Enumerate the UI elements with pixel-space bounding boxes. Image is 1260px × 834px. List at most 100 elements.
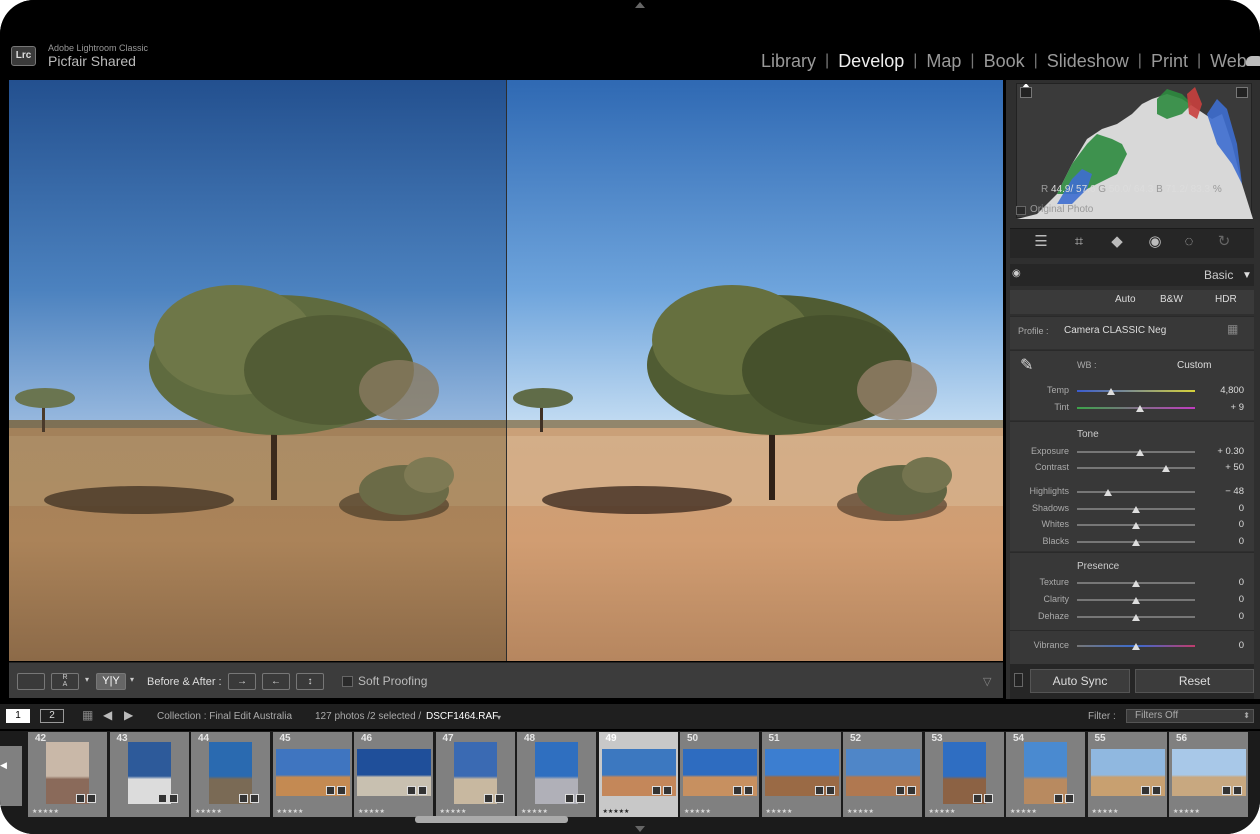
slider-texture-thumb[interactable] — [1132, 580, 1140, 587]
bw-button[interactable]: B&W — [1160, 294, 1183, 305]
filmstrip-thumbnail[interactable]: 50 ★★★★★ — [680, 732, 759, 817]
slider-shadows-thumb[interactable] — [1132, 506, 1140, 513]
collection-badge-icon[interactable] — [972, 794, 982, 803]
develop-badge-icon[interactable] — [662, 786, 672, 795]
collection-source-label[interactable]: Collection : Final Edit Australia — [157, 711, 292, 722]
star-rating[interactable]: ★★★★★ — [766, 808, 793, 815]
module-print[interactable]: Print — [1150, 51, 1189, 72]
slider-exposure-value[interactable]: + 0.30 — [1204, 446, 1244, 457]
filmstrip-thumbnail[interactable]: 56 ★★★★★ — [1169, 732, 1248, 817]
grid-view-icon[interactable]: ▦ — [82, 708, 93, 722]
collection-badge-icon[interactable] — [239, 794, 248, 803]
filmstrip-scrollbar[interactable] — [415, 816, 568, 823]
filmstrip-thumbnail[interactable]: 54 ★★★★★ — [1006, 732, 1085, 817]
star-rating[interactable]: ★★★★★ — [32, 808, 59, 815]
chevron-down-icon[interactable]: ▾ — [497, 713, 501, 722]
copy-after-to-before-button[interactable]: ← — [262, 673, 290, 690]
collection-badge-icon[interactable] — [1140, 786, 1150, 795]
filmstrip-thumbnail[interactable]: 45 ★★★★★ — [272, 732, 352, 817]
masking-icon[interactable]: ◌ — [1179, 232, 1199, 252]
back-arrow-icon[interactable]: ◀ — [103, 708, 112, 722]
slider-contrast-track[interactable] — [1077, 467, 1195, 469]
slider-whites-thumb[interactable] — [1132, 522, 1140, 529]
star-rating[interactable]: ★★★★★ — [847, 808, 874, 815]
module-slideshow[interactable]: Slideshow — [1046, 51, 1130, 72]
filmstrip-thumbnail[interactable]: 48 ★★★★★ — [517, 732, 596, 817]
module-book[interactable]: Book — [983, 51, 1026, 72]
develop-badge-icon[interactable] — [250, 794, 259, 803]
filmstrip-thumbnail[interactable]: 55 ★★★★★ — [1087, 732, 1167, 817]
module-web[interactable]: Web — [1209, 51, 1248, 72]
develop-badge-icon[interactable] — [494, 794, 504, 803]
filmstrip-thumbnail[interactable]: 46 ★★★★★ — [354, 732, 433, 817]
develop-badge-icon[interactable] — [87, 794, 96, 803]
slider-texture-value[interactable]: 0 — [1204, 577, 1244, 588]
before-after-left-right-button[interactable]: RA — [51, 673, 79, 690]
slider-shadows-value[interactable]: 0 — [1204, 503, 1244, 514]
reset-button[interactable]: Reset — [1135, 669, 1254, 693]
filmstrip-left-partial-cell[interactable] — [0, 746, 22, 806]
healing-icon[interactable]: ◆ — [1107, 232, 1127, 252]
star-rating[interactable]: ★★★★★ — [603, 808, 630, 815]
before-photo[interactable] — [9, 80, 506, 661]
collection-badge-icon[interactable] — [325, 786, 335, 795]
collection-badge-icon[interactable] — [1222, 786, 1231, 795]
star-rating[interactable]: ★★★★★ — [1173, 808, 1200, 815]
top-panel-toggle-icon[interactable] — [635, 2, 645, 8]
forward-arrow-icon[interactable]: ▶ — [124, 708, 133, 722]
auto-sync-button[interactable]: Auto Sync — [1030, 669, 1130, 693]
slider-contrast-thumb[interactable] — [1162, 465, 1170, 472]
slider-dehaze-value[interactable]: 0 — [1204, 611, 1244, 622]
slider-temp-value[interactable]: 4,800 — [1204, 385, 1244, 396]
reset-tool-icon[interactable]: ↻ — [1214, 232, 1234, 252]
copy-before-to-after-button[interactable]: → — [228, 673, 256, 690]
soft-proofing-checkbox[interactable] — [342, 676, 353, 687]
collection-badge-icon[interactable] — [157, 794, 167, 803]
filmstrip-thumbnail[interactable]: 49 ★★★★★ — [598, 732, 678, 817]
collection-badge-icon[interactable] — [1054, 794, 1063, 803]
star-rating[interactable]: ★★★★★ — [521, 808, 548, 815]
star-rating[interactable]: ★★★★★ — [440, 808, 467, 815]
develop-badge-icon[interactable] — [1065, 794, 1074, 803]
slider-vibrance-thumb[interactable] — [1132, 643, 1140, 650]
filmstrip-thumbnail[interactable]: 52 ★★★★★ — [843, 732, 922, 817]
auto-sync-toggle[interactable] — [1014, 673, 1023, 687]
slider-highlights-thumb[interactable] — [1104, 489, 1112, 496]
filmstrip-thumbnail[interactable]: 47 ★★★★★ — [435, 732, 515, 817]
collection-badge-icon[interactable] — [651, 786, 661, 795]
develop-badge-icon[interactable] — [336, 786, 346, 795]
develop-badge-icon[interactable] — [1233, 786, 1242, 795]
collection-badge-icon[interactable] — [896, 786, 905, 795]
chevron-down-icon[interactable]: ▾ — [85, 675, 89, 684]
chevron-down-icon[interactable]: ▾ — [130, 675, 134, 684]
star-rating[interactable]: ★★★★★ — [277, 808, 304, 815]
edit-sliders-icon[interactable]: ☰ — [1031, 232, 1051, 252]
slider-vibrance-value[interactable]: 0 — [1204, 640, 1244, 651]
profile-dropdown[interactable]: Camera CLASSIC Neg — [1064, 325, 1166, 336]
develop-badge-icon[interactable] — [744, 786, 753, 795]
star-rating[interactable]: ★★★★★ — [929, 808, 956, 815]
loupe-view-button[interactable] — [17, 673, 45, 690]
collection-badge-icon[interactable] — [407, 786, 416, 795]
develop-badge-icon[interactable] — [576, 794, 585, 803]
filmstrip-thumbnail[interactable]: 42 ★★★★★ — [28, 732, 107, 817]
eyedropper-icon[interactable]: ✎ — [1020, 355, 1033, 375]
filmstrip-thumbnail[interactable]: 44 ★★★★★ — [191, 732, 270, 817]
filmstrip-thumbnail[interactable]: 43 — [109, 732, 189, 817]
profile-browser-icon[interactable]: ▦ — [1227, 322, 1238, 336]
visibility-eye-icon[interactable]: ◉ — [1012, 268, 1021, 279]
star-rating[interactable]: ★★★★★ — [358, 808, 385, 815]
slider-highlights-value[interactable]: − 48 — [1204, 486, 1244, 497]
original-photo-checkbox[interactable] — [1016, 206, 1026, 215]
module-map[interactable]: Map — [925, 51, 962, 72]
toolbar-menu-icon[interactable]: ▽ — [983, 675, 991, 688]
before-after-split-button[interactable]: Y|Y — [96, 673, 126, 690]
collection-badge-icon[interactable] — [565, 794, 574, 803]
slider-blacks-value[interactable]: 0 — [1204, 536, 1244, 547]
slider-tint-thumb[interactable] — [1136, 405, 1144, 412]
wb-dropdown[interactable]: Custom — [1177, 360, 1211, 371]
star-rating[interactable]: ★★★★★ — [1010, 808, 1037, 815]
slider-clarity-thumb[interactable] — [1132, 597, 1140, 604]
slider-whites-value[interactable]: 0 — [1204, 519, 1244, 530]
red-eye-icon[interactable]: ◉ — [1145, 232, 1165, 252]
